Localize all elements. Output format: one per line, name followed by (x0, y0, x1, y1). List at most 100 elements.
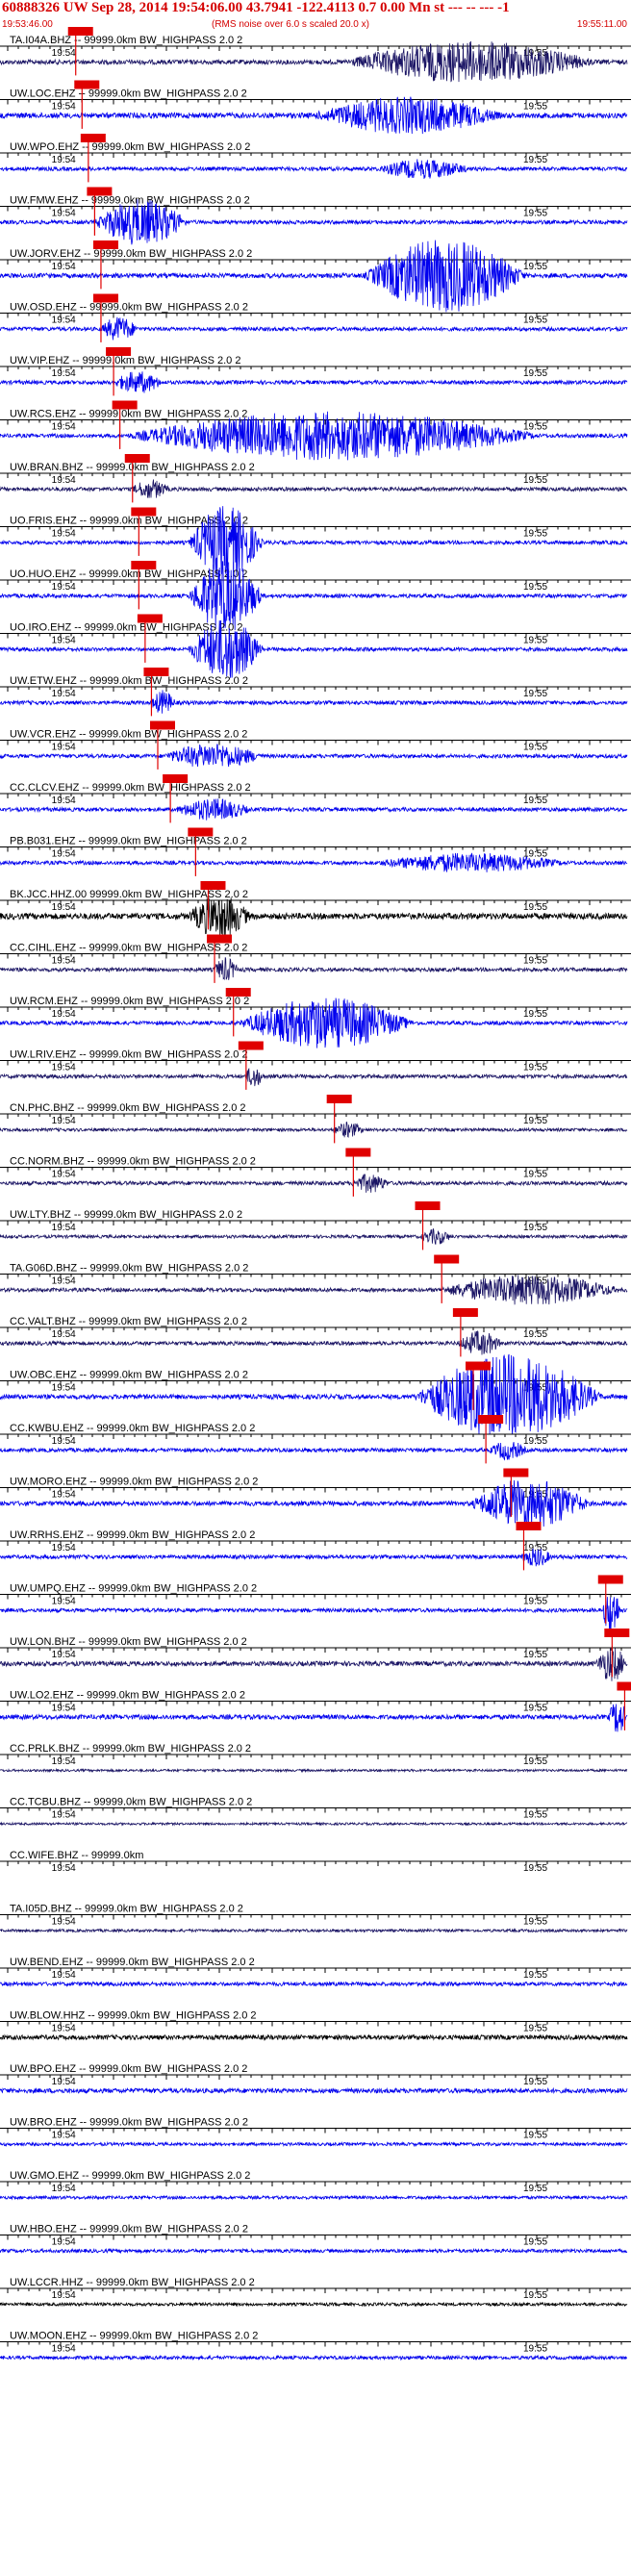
station-label: UW.UMPQ.EHZ -- 99999.0km BW_HIGHPASS 2.0… (10, 1583, 257, 1595)
station-label: UW.BPO.EHZ -- 99999.0km BW_HIGHPASS 2.0 … (10, 2063, 247, 2075)
station-label: UW.VCR.EHZ -- 99999.0km BW_HIGHPASS 2.0 … (10, 729, 247, 741)
trace-43: 19:54 19:55 UW.MOON.EHZ -- 99999.0km BW_HI… (0, 2331, 631, 2361)
trace-10: 19:54 19:55 UO.HUO.EHZ -- 99999.0km BW_HIG… (0, 561, 631, 631)
time-label-1955: 19:55 (523, 582, 547, 593)
station-label: CC.CIHL.EHZ -- 99999.0km BW_HIGHPASS 2.0… (10, 943, 247, 954)
pick-flag (503, 1468, 529, 1477)
station-label: UW.JORV.EHZ -- 99999.0km BW_HIGHPASS 2.0… (10, 248, 252, 260)
time-label-1954: 19:54 (52, 1543, 76, 1553)
time-label-1954: 19:54 (52, 262, 76, 272)
station-label: TA.I05D.BHZ -- 99999.0km BW_HIGHPASS 2.0… (10, 1904, 243, 1915)
time-label-1955: 19:55 (523, 316, 547, 326)
time-label-1954: 19:54 (52, 743, 76, 753)
pick-flag (150, 720, 175, 730)
time-label-1955: 19:55 (523, 1863, 547, 1874)
trace-14: 19:54 19:55 CC.CLCV.EHZ -- 99999.0km BW_HI… (0, 774, 631, 823)
time-label-1954: 19:54 (52, 1863, 76, 1874)
trace-11: 19:54 19:55UO.IRO.EHZ -- 99999.0km BW_HIG… (0, 614, 631, 678)
trace-12: 19:54 19:55 UW.ETW.EHZ -- 99999.0km BW_HIG… (0, 668, 631, 717)
time-label-1954: 19:54 (52, 636, 76, 646)
time-label-1954: 19:54 (52, 1650, 76, 1660)
station-label: UW.BLOW.HHZ -- 99999.0km BW_HIGHPASS 2.0… (10, 2010, 257, 2022)
pick-flag (597, 1575, 623, 1584)
time-label-1954: 19:54 (52, 2290, 76, 2301)
trace-7: 19:54 19:55 UW.RCS.EHZ -- 99999.0km BW_HIG… (0, 400, 631, 461)
time-label-1955: 19:55 (523, 2237, 547, 2248)
trace-35: 19:54 19:55 TA.I05D.BHZ -- 99999.0km BW_HI… (0, 1904, 631, 1933)
station-label: UW.MORO.EHZ -- 99999.0km BW_HIGHPASS 2.0… (10, 1477, 258, 1488)
waveform (0, 1928, 628, 1933)
time-label-1955: 19:55 (523, 1063, 547, 1073)
pick-flag (225, 988, 251, 997)
trace-27: 19:54 19:55 UW.MORO.EHZ -- 99999.0km BW_HI… (0, 1468, 631, 1529)
station-label: UW.OSD.EHZ -- 99999.0km BW_HIGHPASS 2.0 … (10, 302, 248, 314)
time-label-1954: 19:54 (52, 48, 76, 59)
pick-flag (92, 293, 118, 303)
time-label-1955: 19:55 (523, 1009, 547, 1020)
trace-19: 19:54 19:55 UW.LRIV.EHZ -- 99999.0km BW_HI… (0, 1041, 631, 1090)
pick-flag (617, 1681, 631, 1691)
waveform (0, 2140, 628, 2148)
time-label-1954: 19:54 (52, 1917, 76, 1928)
station-label: PB.B031.EHZ -- 99999.0km BW_HIGHPASS 2.0… (10, 836, 247, 847)
pick-flag (238, 1041, 264, 1050)
station-label: BK.JCC.HHZ.00 99999.0km BW_HIGHPASS 2.0 … (10, 889, 248, 900)
time-label-1955: 19:55 (523, 209, 547, 219)
time-label-1955: 19:55 (523, 2184, 547, 2194)
time-label-1955: 19:55 (523, 1223, 547, 1233)
station-label: CC.TCBU.BHZ -- 99999.0km BW_HIGHPASS 2.0… (10, 1797, 252, 1808)
time-label-1955: 19:55 (523, 743, 547, 753)
pick-flag (452, 1308, 478, 1317)
time-label-1954: 19:54 (52, 1329, 76, 1340)
time-label-1955: 19:55 (523, 1116, 547, 1126)
time-label-1955: 19:55 (523, 2344, 547, 2355)
trace-15: 19:54 19:55PB.B031.EHZ -- 99999.0km BW_HI… (0, 827, 631, 876)
station-label: UW.LO2.EHZ -- 99999.0km BW_HIGHPASS 2.0 … (10, 1690, 245, 1702)
pick-flag (478, 1415, 504, 1424)
waveform (0, 1981, 628, 1988)
time-label-1954: 19:54 (52, 316, 76, 326)
pick-flag (67, 27, 93, 36)
trace-9: 19:54 19:55UO.FRIS.EHZ -- 99999.0km BW_HI… (0, 506, 631, 579)
station-label: UW.WPO.EHZ -- 99999.0km BW_HIGHPASS 2.0 … (10, 141, 250, 153)
trace-42: 19:54 19:55 UW.LCCR.HHZ -- 99999.0km BW_HI… (0, 2277, 631, 2308)
waveform (0, 1548, 628, 1567)
trace-34: 19:54 19:55 CC.WIFE.BHZ -- 99999.0km (0, 1850, 631, 1874)
trace-39: 19:54 19:55 UW.BRO.EHZ -- 99999.0km BW_HIG… (0, 2117, 631, 2148)
traces-layer: 19:54 19:55 TA.I04A.BHZ -- 99999.0km BW_HI… (0, 27, 631, 2361)
station-label: CN.PHC.BHZ -- 99999.0km BW_HIGHPASS 2.0 … (10, 1102, 246, 1114)
pick-flag (92, 240, 118, 249)
time-label-1954: 19:54 (52, 1490, 76, 1501)
pick-flag (516, 1522, 542, 1530)
trace-22: 19:54 19:55 UW.LTY.BHZ -- 99999.0km BW_HIG… (0, 1201, 631, 1250)
pick-flag (163, 774, 189, 783)
pick-flag (188, 827, 214, 837)
trace-36: 19:54 19:55 UW.BEND.EHZ -- 99999.0km BW_HI… (0, 1957, 631, 1988)
time-label-1954: 19:54 (52, 2077, 76, 2087)
station-label: UW.BRO.EHZ -- 99999.0km BW_HIGHPASS 2.0 … (10, 2117, 248, 2129)
trace-31: 19:54 19:55 UW.LO2.EHZ -- 99999.0km BW_HIG… (0, 1681, 631, 1732)
station-label: TA.I04A.BHZ -- 99999.0km BW_HIGHPASS 2.0… (10, 35, 242, 46)
time-label-1954: 19:54 (52, 1704, 76, 1714)
time-label-1954: 19:54 (52, 1009, 76, 1020)
pick-flag (604, 1629, 630, 1637)
trace-3: 19:54 19:55 UW.FMW.EHZ -- 99999.0km BW_HIG… (0, 187, 631, 245)
pick-flag (106, 347, 132, 356)
waveform (0, 2033, 628, 2041)
time-label-1954: 19:54 (52, 1810, 76, 1821)
time-label-1955: 19:55 (523, 2077, 547, 2087)
time-label-1955: 19:55 (523, 1490, 547, 1501)
time-label-1954: 19:54 (52, 1116, 76, 1126)
time-label-1955: 19:55 (523, 2290, 547, 2301)
pick-flag (124, 454, 150, 463)
waveform (0, 1275, 628, 1305)
waveform (0, 2247, 628, 2255)
time-label-1954: 19:54 (52, 2024, 76, 2034)
station-label: UW.LON.BHZ -- 99999.0km BW_HIGHPASS 2.0 … (10, 1636, 247, 1648)
trace-38: 19:54 19:55 UW.BPO.EHZ -- 99999.0km BW_HIG… (0, 2063, 631, 2095)
pick-flag (200, 881, 226, 890)
trace-23: 19:54 19:55TA.G06D.BHZ -- 99999.0km BW_HI… (0, 1254, 631, 1305)
time-label-1954: 19:54 (52, 796, 76, 806)
waveform (0, 2301, 628, 2308)
time-label-1954: 19:54 (52, 2237, 76, 2248)
